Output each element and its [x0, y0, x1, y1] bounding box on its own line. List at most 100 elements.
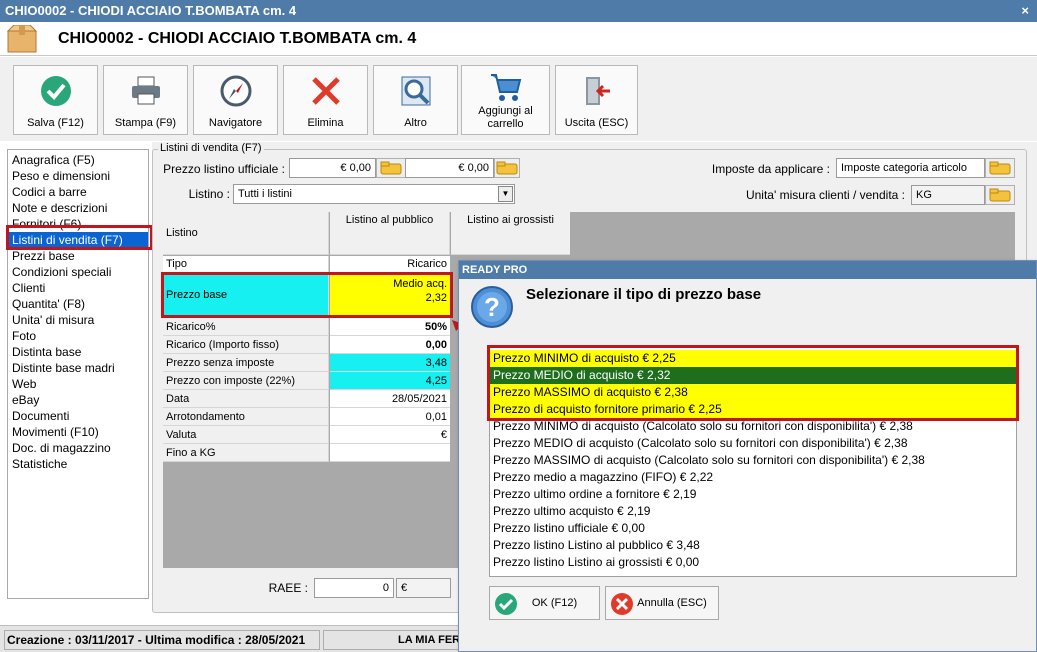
list-item[interactable]: Prezzo MASSIMO di acquisto (Calcolato so…	[490, 452, 1016, 469]
cell-arrotondamento[interactable]: 0,01	[330, 408, 450, 426]
official-price-field-2[interactable]: € 0,00	[405, 158, 494, 178]
question-icon: ?	[471, 286, 513, 328]
sidebar-item-codici[interactable]: Codici a barre	[8, 184, 148, 200]
sidebar-item-clienti[interactable]: Clienti	[8, 280, 148, 296]
sidebar-item-statistiche[interactable]: Statistiche	[8, 456, 148, 472]
cell-data[interactable]: 28/05/2021	[330, 390, 450, 408]
sidebar-item-quantita[interactable]: Quantita' (F8)	[8, 296, 148, 312]
sidebar-item-peso[interactable]: Peso e dimensioni	[8, 168, 148, 184]
taxes-label: Imposte da applicare :	[711, 162, 830, 176]
uom-label: Unita' misura clienti / vendita :	[745, 188, 905, 202]
official-price-label: Prezzo listino ufficiale :	[163, 162, 285, 176]
item-header: CHIO0002 - CHIODI ACCIAIO T.BOMBATA cm. …	[0, 22, 1037, 56]
save-button[interactable]: Salva (F12)	[13, 65, 98, 135]
grid-corner: Listino	[163, 212, 329, 255]
raee-field[interactable]: 0	[314, 578, 394, 598]
sidebar-item-foto[interactable]: Foto	[8, 328, 148, 344]
sidebar-item-distinta[interactable]: Distinta base	[8, 344, 148, 360]
taxes-field[interactable]: Imposte categoria articolo	[836, 158, 985, 178]
folder-icon	[989, 188, 1011, 202]
sidebar-item-web[interactable]: Web	[8, 376, 148, 392]
cart-label-2: carrello	[487, 118, 524, 130]
official-price-field-1[interactable]: € 0,00	[289, 158, 376, 178]
pricelist-label: Listino :	[188, 187, 230, 201]
folder-button-2[interactable]	[494, 158, 520, 178]
cell-fino-kg[interactable]	[330, 444, 450, 462]
list-item[interactable]: Prezzo ultimo ordine a fornitore € 2,19	[490, 486, 1016, 503]
cell-senza-imposte[interactable]: 3,48	[330, 354, 450, 372]
price-type-dialog: READY PRO ? Selezionare il tipo di prezz…	[458, 260, 1037, 652]
check-icon	[40, 76, 71, 106]
cancel-label: Annulla (ESC)	[637, 597, 707, 609]
window-titlebar: CHIO0002 - CHIODI ACCIAIO T.BOMBATA cm. …	[0, 0, 1037, 22]
pricelist-select[interactable]: Tutti i listini	[233, 184, 515, 204]
sidebar-item-doc-magazzino[interactable]: Doc. di magazzino	[8, 440, 148, 456]
cell-valuta[interactable]: €	[330, 426, 450, 444]
row-label-data: Data	[163, 390, 329, 408]
magnifier-icon	[401, 76, 430, 106]
raee-currency: €	[396, 578, 451, 598]
other-button[interactable]: Altro	[373, 65, 458, 135]
svg-text:?: ?	[484, 292, 500, 322]
folder-icon	[989, 161, 1011, 175]
navigator-label: Navigatore	[208, 117, 263, 129]
cart-icon	[490, 74, 521, 101]
sidebar-item-documenti[interactable]: Documenti	[8, 408, 148, 424]
row-label-con-imposte: Prezzo con imposte (22%)	[163, 372, 329, 390]
box-icon	[6, 25, 38, 53]
status-dates: Creazione : 03/11/2017 - Ultima modifica…	[4, 630, 320, 650]
folder-button-uom[interactable]	[985, 185, 1015, 205]
row-label-ricarico-fisso: Ricarico (Importo fisso)	[163, 336, 329, 354]
uom-field[interactable]: KG	[911, 185, 985, 205]
folder-icon	[380, 161, 402, 175]
sidebar-item-prezzi-base[interactable]: Prezzi base	[8, 248, 148, 264]
delete-button[interactable]: Elimina	[283, 65, 368, 135]
cell-con-imposte[interactable]: 4,25	[330, 372, 450, 390]
folder-button-taxes[interactable]	[985, 158, 1015, 178]
folder-button-1[interactable]	[376, 158, 406, 178]
chevron-down-icon[interactable]: ▼	[498, 186, 513, 202]
sidebar-item-movimenti[interactable]: Movimenti (F10)	[8, 424, 148, 440]
dialog-title: READY PRO	[459, 261, 1036, 279]
print-button[interactable]: Stampa (F9)	[103, 65, 188, 135]
add-to-cart-button[interactable]: Aggiungi al carrello	[461, 65, 550, 135]
print-label: Stampa (F9)	[114, 117, 177, 129]
exit-door-icon	[585, 77, 610, 105]
list-item[interactable]: Prezzo listino Listino ai grossisti € 0,…	[490, 554, 1016, 571]
save-label: Salva (F12)	[27, 117, 84, 129]
cell-ricarico-pct[interactable]: 50%	[330, 318, 450, 336]
window-title: CHIO0002 - CHIODI ACCIAIO T.BOMBATA cm. …	[5, 3, 297, 18]
sidebar-item-note[interactable]: Note e descrizioni	[8, 200, 148, 216]
sidebar-item-anagrafica[interactable]: Anagrafica (F5)	[8, 152, 148, 168]
compass-icon	[220, 75, 251, 107]
sidebar-item-unita[interactable]: Unita' di misura	[8, 312, 148, 328]
sidebar-item-distinte-madri[interactable]: Distinte base madri	[8, 360, 148, 376]
cell-ricarico-fisso[interactable]: 0,00	[330, 336, 450, 354]
raee-label: RAEE :	[268, 581, 308, 595]
close-icon[interactable]: ×	[1021, 0, 1029, 22]
row-label-ricarico-pct: Ricarico%	[163, 318, 329, 336]
exit-button[interactable]: Uscita (ESC)	[555, 65, 638, 135]
options-highlight-box	[487, 345, 1019, 421]
group-label: Listini di vendita (F7)	[158, 142, 264, 154]
col-header-wholesale[interactable]: Listino ai grossisti	[451, 212, 570, 255]
toolbar: Salva (F12) Stampa (F9) Navigatore Elimi…	[0, 57, 1037, 141]
list-item[interactable]: Prezzo listino Listino al pubblico € 3,4…	[490, 537, 1016, 554]
dialog-heading: Selezionare il tipo di prezzo base	[526, 286, 762, 303]
ok-label: OK (F12)	[531, 597, 578, 609]
sidebar-item-condizioni[interactable]: Condizioni speciali	[8, 264, 148, 280]
folder-icon	[496, 161, 518, 175]
col-header-public[interactable]: Listino al pubblico	[330, 212, 450, 255]
list-item[interactable]: Prezzo ultimo acquisto € 2,19	[490, 503, 1016, 520]
other-label: Altro	[404, 117, 427, 129]
navigator-button[interactable]: Navigatore	[193, 65, 278, 135]
page-title: CHIO0002 - CHIODI ACCIAIO T.BOMBATA cm. …	[58, 30, 417, 47]
list-item[interactable]: Prezzo MEDIO di acquisto (Calcolato solo…	[490, 435, 1016, 452]
ok-button[interactable]: OK (F12)	[489, 586, 600, 620]
sidebar-item-ebay[interactable]: eBay	[8, 392, 148, 408]
list-item[interactable]: Prezzo listino ufficiale € 0,00	[490, 520, 1016, 537]
sidebar-highlight-box	[6, 225, 153, 250]
printer-icon	[131, 76, 160, 105]
list-item[interactable]: Prezzo medio a magazzino (FIFO) € 2,22	[490, 469, 1016, 486]
cancel-button[interactable]: Annulla (ESC)	[605, 586, 719, 620]
